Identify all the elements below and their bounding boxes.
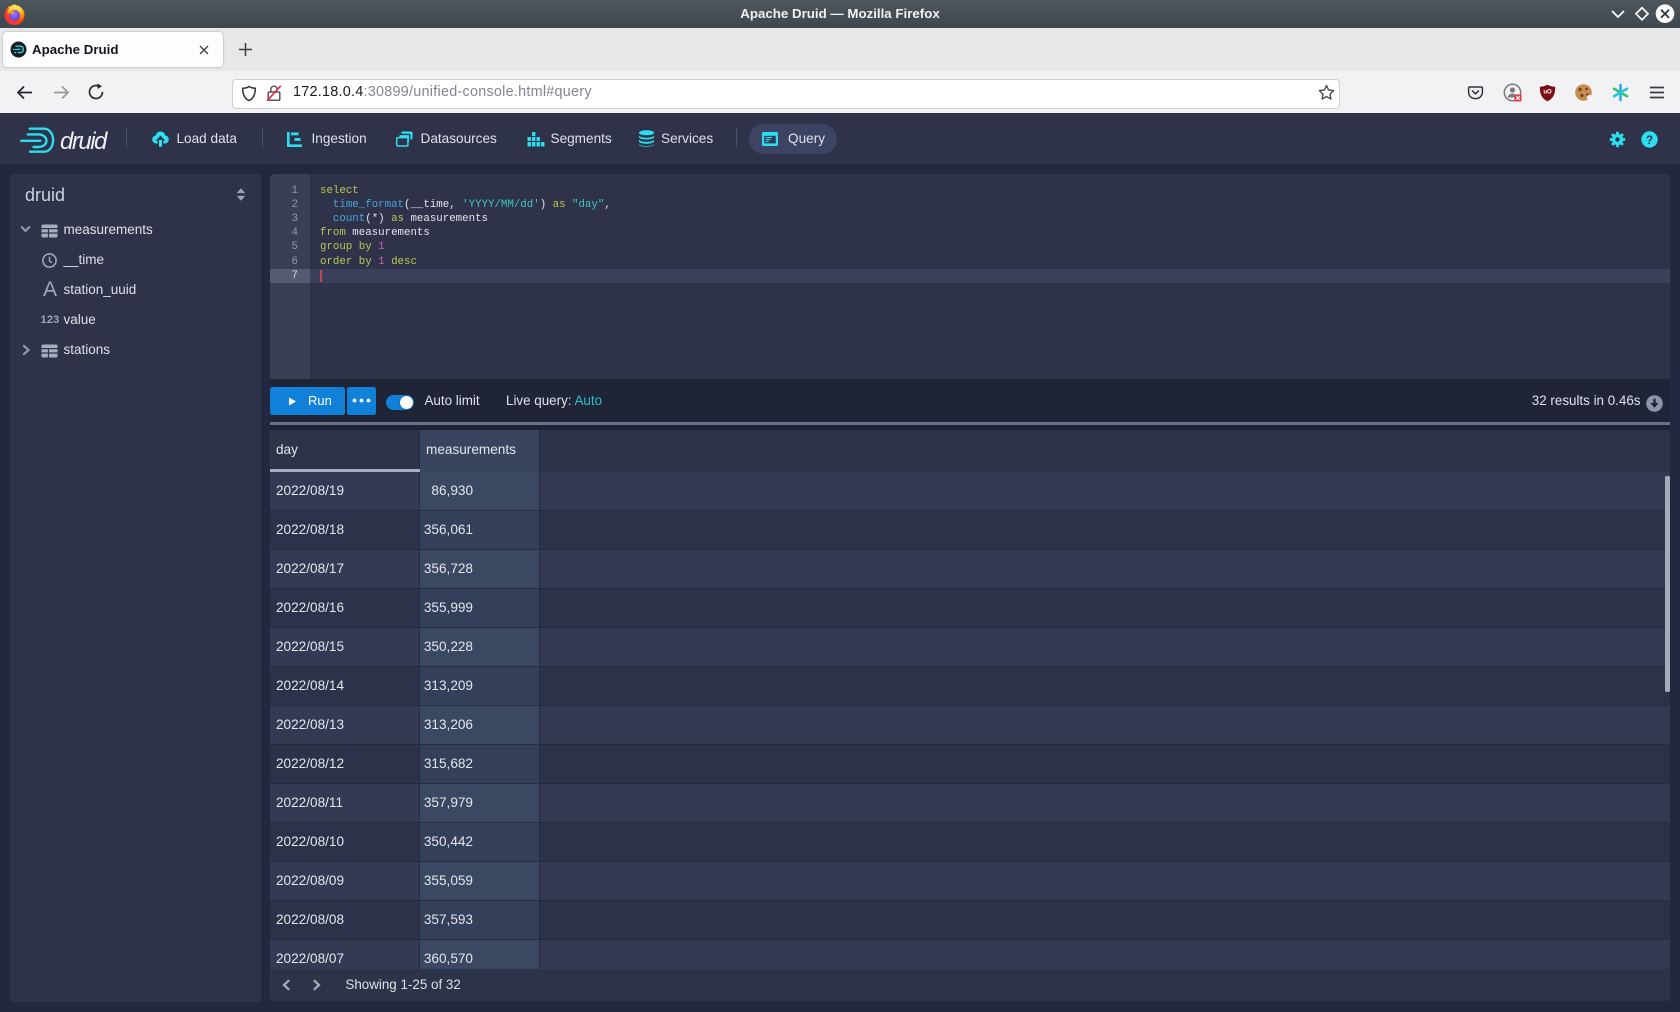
- svg-text:uO: uO: [1543, 90, 1552, 96]
- svg-text:?: ?: [1645, 134, 1652, 146]
